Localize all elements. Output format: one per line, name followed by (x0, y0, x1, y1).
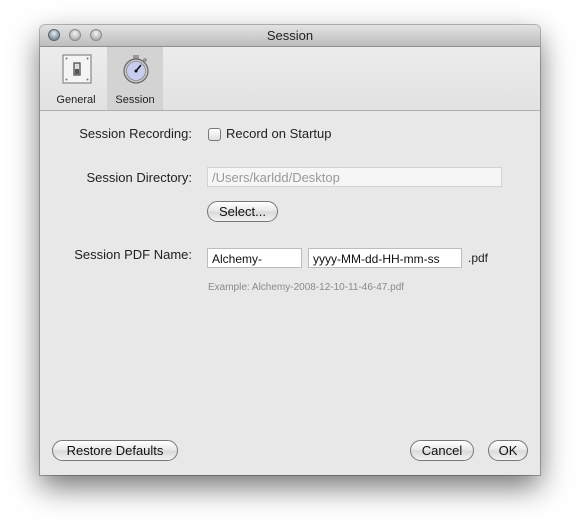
pdf-name-example: Example: Alchemy-2008-12-10-11-46-47.pdf (208, 282, 405, 293)
window-title: Session (266, 28, 314, 43)
tab-session[interactable]: Session (107, 47, 163, 110)
tab-general[interactable]: General (48, 47, 104, 110)
stopwatch-icon (123, 55, 149, 84)
session-directory-label: Session Directory: (86, 170, 192, 185)
pdf-date-format-field[interactable]: yyyy-MM-dd-HH-mm-ss (308, 248, 462, 268)
ok-button[interactable]: OK (488, 440, 528, 461)
session-pdf-name-label: Session PDF Name: (74, 247, 192, 262)
restore-defaults-button[interactable]: Restore Defaults (52, 440, 178, 461)
session-recording-label: Session Recording: (79, 126, 192, 141)
cancel-button[interactable]: Cancel (410, 440, 474, 461)
pdf-extension-label: .pdf (468, 251, 489, 265)
record-on-startup-checkbox[interactable] (208, 128, 221, 141)
preferences-toolbar: General Session (40, 47, 540, 111)
title-bar[interactable]: Session (40, 25, 540, 47)
light-switch-icon (62, 54, 92, 84)
pdf-prefix-field[interactable]: Alchemy- (207, 248, 302, 268)
session-directory-field: /Users/karldd/Desktop (207, 167, 502, 187)
tab-session-label: Session (115, 94, 155, 106)
select-directory-button[interactable]: Select... (207, 201, 278, 222)
tab-general-label: General (56, 94, 96, 106)
session-settings-panel: Session Recording: Record on Startup Ses… (40, 111, 540, 475)
record-on-startup-label[interactable]: Record on Startup (226, 126, 332, 141)
preferences-window: Session General Session Session Recordin… (40, 25, 540, 475)
